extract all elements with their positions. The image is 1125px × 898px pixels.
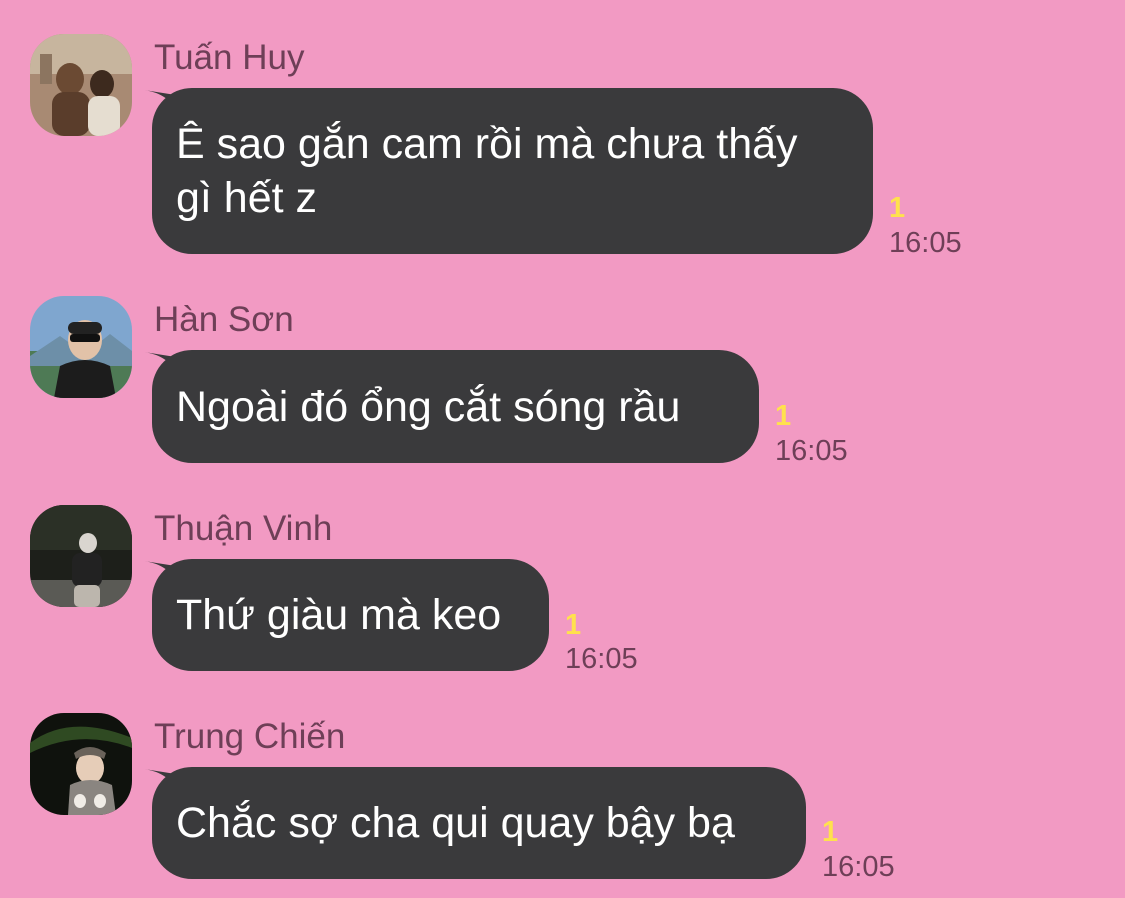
message-bubble[interactable]: Ngoài đó ổng cắt sóng rầu	[152, 350, 759, 463]
avatar[interactable]	[30, 713, 132, 815]
chat-message-list[interactable]: Tuấn Huy Ê sao gắn cam rồi mà chưa thấy …	[0, 0, 1125, 898]
sender-name: Trung Chiến	[154, 717, 346, 756]
message-text: Thứ giàu mà keo	[176, 591, 502, 639]
sender-name: Thuận Vinh	[154, 509, 333, 548]
avatar-photo	[30, 713, 132, 815]
avatar[interactable]	[30, 296, 132, 398]
unread-count: 1	[822, 816, 839, 848]
message-bubble[interactable]: Thứ giàu mà keo	[152, 559, 549, 671]
message-bubble[interactable]: Ê sao gắn cam rồi mà chưa thấy gì hết z	[152, 88, 873, 254]
message-timestamp: 16:05	[565, 643, 638, 675]
sender-name: Tuấn Huy	[154, 38, 305, 77]
message-timestamp: 16:05	[889, 227, 962, 259]
message-timestamp: 16:05	[822, 851, 895, 883]
sender-name: Hàn Sơn	[154, 300, 294, 339]
avatar-photo	[30, 34, 132, 136]
unread-count: 1	[889, 192, 906, 224]
avatar-photo	[30, 296, 132, 398]
avatar[interactable]	[30, 34, 132, 136]
message-bubble[interactable]: Chắc sợ cha qui quay bậy bạ	[152, 767, 806, 879]
message-text: Chắc sợ cha qui quay bậy bạ	[176, 799, 735, 847]
message-timestamp: 16:05	[775, 435, 848, 467]
message-text: Ngoài đó ổng cắt sóng rầu	[176, 382, 681, 431]
message-text: Ê sao gắn cam rồi mà chưa thấy gì hết z	[176, 120, 798, 222]
avatar[interactable]	[30, 505, 132, 607]
unread-count: 1	[565, 609, 582, 641]
avatar-photo	[30, 505, 132, 607]
unread-count: 1	[775, 400, 792, 432]
